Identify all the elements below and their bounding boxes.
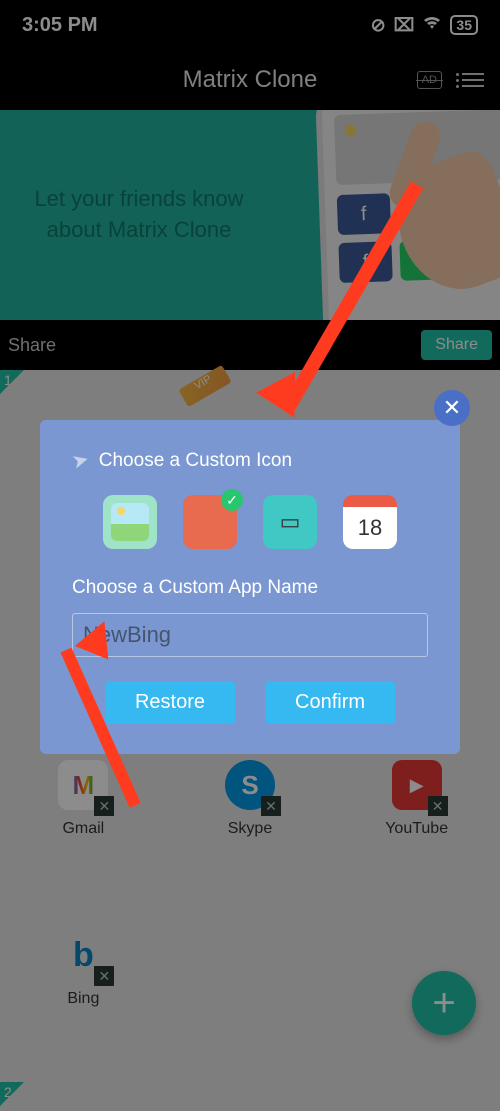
confirm-button[interactable]: Confirm — [265, 681, 395, 724]
restore-button[interactable]: Restore — [105, 681, 235, 724]
dialog-subtitle: Choose a Custom App Name — [72, 577, 428, 599]
icon-option-wallet[interactable]: ✓ — [183, 495, 237, 549]
dialog-title: Choose a Custom Icon — [99, 450, 292, 472]
icon-option-notebook[interactable]: ▭ — [263, 495, 317, 549]
icon-options: ✓ ▭ 18 — [72, 495, 428, 549]
check-icon: ✓ — [221, 489, 243, 511]
custom-icon-dialog: ✕ ➤ Choose a Custom Icon ✓ ▭ 18 Choose a… — [40, 420, 460, 754]
app-name-input[interactable] — [72, 613, 428, 657]
icon-option-calendar[interactable]: 18 — [343, 495, 397, 549]
icon-option-gallery[interactable] — [103, 495, 157, 549]
close-button[interactable]: ✕ — [434, 390, 470, 426]
cursor-icon: ➤ — [69, 446, 92, 474]
